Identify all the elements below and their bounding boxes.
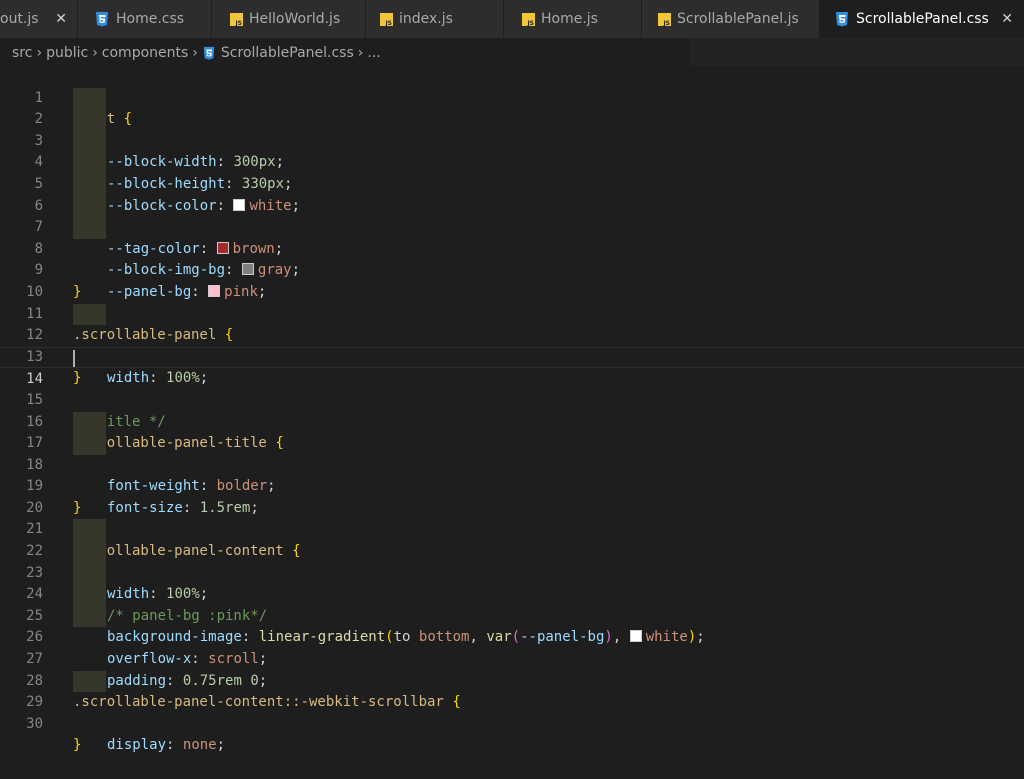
code-line: 13 } (0, 325, 1024, 387)
code-line-current: 14 (0, 346, 1024, 387)
tab-index-js[interactable]: index.js (366, 0, 504, 38)
code-line: 6 --tag-color: brown; (0, 173, 1024, 257)
code-line: 4 --block-color: white; (0, 130, 1024, 214)
tab-label: ScrollablePanel.js (677, 11, 799, 27)
code-line: 1 :root { (0, 66, 1024, 128)
code-line: 15 /* title */ (0, 368, 1024, 430)
indent-guide (73, 173, 106, 196)
chevron-right-icon: › (357, 45, 364, 61)
tab-label: Home.js (541, 11, 598, 27)
code-line: 8 --panel-bg: pink; (0, 217, 1024, 300)
tab-scrollablepanel-js[interactable]: ScrollablePanel.js (642, 0, 820, 38)
code-line: 17 font-weight: bolder; (0, 411, 1024, 494)
code-line: 26 padding: 0.75rem 0; (0, 605, 1024, 689)
css-property: display (107, 737, 167, 754)
code-line: 24 background-image: linear-gradient(to … (0, 562, 1024, 645)
breadcrumb-item-public[interactable]: public (46, 45, 88, 61)
indent-guide (73, 433, 106, 455)
indent-guide (73, 670, 106, 693)
indent-guide (73, 130, 106, 153)
code-editor[interactable]: 1 :root { 2 --block-width: 300px; 3 --bl… (0, 66, 1024, 754)
line-number: 30 (26, 715, 43, 732)
code-line: 27 } (0, 627, 1024, 689)
close-icon[interactable]: ✕ (55, 11, 67, 27)
css-icon (203, 46, 215, 60)
js-icon (380, 12, 393, 27)
indent-guide (73, 541, 106, 563)
code-line: 25 overflow-x: scroll; (0, 584, 1024, 667)
indent-guide (73, 87, 106, 110)
indent-guide (73, 562, 106, 585)
indent-guide (73, 605, 106, 628)
text-cursor (73, 349, 75, 367)
tab-label: index.js (399, 11, 453, 27)
breadcrumb-item-symbols[interactable]: ... (367, 45, 380, 61)
tab-label: ScrollablePanel.css (856, 11, 989, 27)
tab-home-css[interactable]: Home.css (78, 0, 212, 38)
code-line: 18 font-size: 1.5rem; (0, 433, 1024, 516)
code-line: 5 (0, 152, 1024, 192)
code-line: 23 /* panel-bg :pink*/ (0, 541, 1024, 624)
indent-guide (73, 217, 106, 239)
indent-guide (73, 303, 106, 326)
code-line: 30 } (0, 692, 1024, 754)
code-line: 12 width: 100%; (0, 303, 1024, 386)
code-line: 20 (0, 476, 1024, 516)
tab-scrollablepanel-css[interactable]: ScrollablePanel.css ✕ (820, 0, 1024, 38)
tab-label: Home.css (116, 11, 185, 27)
tab-out-js[interactable]: out.js ✕ (0, 0, 78, 38)
code-line: 21 .scrollable-panel-content { (0, 498, 1024, 559)
indent-guide (73, 519, 106, 542)
code-line: 19 } (0, 455, 1024, 516)
breadcrumb-item-components[interactable]: components (102, 45, 189, 61)
minimap-header (690, 38, 1024, 66)
chevron-right-icon: › (36, 45, 43, 61)
code-line: 3 --block-height: 330px; (0, 109, 1024, 192)
close-icon[interactable]: ✕ (1001, 11, 1013, 27)
indent-guide (73, 411, 106, 434)
tab-label: out.js (0, 11, 39, 27)
code-line: 29 display: none; (0, 670, 1024, 753)
code-line: 16 .scrollable-panel-title { (0, 390, 1024, 452)
tab-home-js[interactable]: Home.js (504, 0, 642, 38)
code-line: 22 width: 100%; (0, 519, 1024, 602)
colon: : (166, 737, 175, 754)
js-icon (522, 12, 535, 27)
code-line: 7 --block-img-bg: gray; (0, 195, 1024, 278)
indent-guide (73, 109, 106, 131)
indent-guide (73, 195, 106, 218)
breadcrumb-item-file[interactable]: ScrollablePanel.css (221, 45, 354, 61)
indent-guide (73, 152, 106, 174)
chevron-right-icon: › (192, 45, 198, 61)
chevron-right-icon: › (92, 45, 98, 61)
js-icon (230, 12, 243, 27)
code-line: 28 .scrollable-panel-content::-webkit-sc… (0, 649, 1024, 711)
code-line: 11 .scrollable-panel { (0, 282, 1024, 344)
css-icon (96, 12, 108, 27)
code-line: 9 } (0, 239, 1024, 300)
css-icon (836, 12, 848, 27)
breadcrumb-item-src[interactable]: src (12, 45, 32, 61)
semicolon: ; (216, 737, 226, 754)
code-line: 2 --block-width: 300px; (0, 87, 1024, 170)
code-line: 10 (0, 260, 1024, 300)
tab-helloworld-js[interactable]: HelloWorld.js (212, 0, 366, 38)
close-brace: } (73, 737, 82, 754)
css-value: none (182, 737, 217, 754)
indent-guide (73, 584, 106, 606)
js-icon (658, 12, 671, 27)
editor-tab-bar: out.js ✕ Home.css HelloWorld.js index.js… (0, 0, 1024, 38)
tab-label: HelloWorld.js (249, 11, 341, 27)
